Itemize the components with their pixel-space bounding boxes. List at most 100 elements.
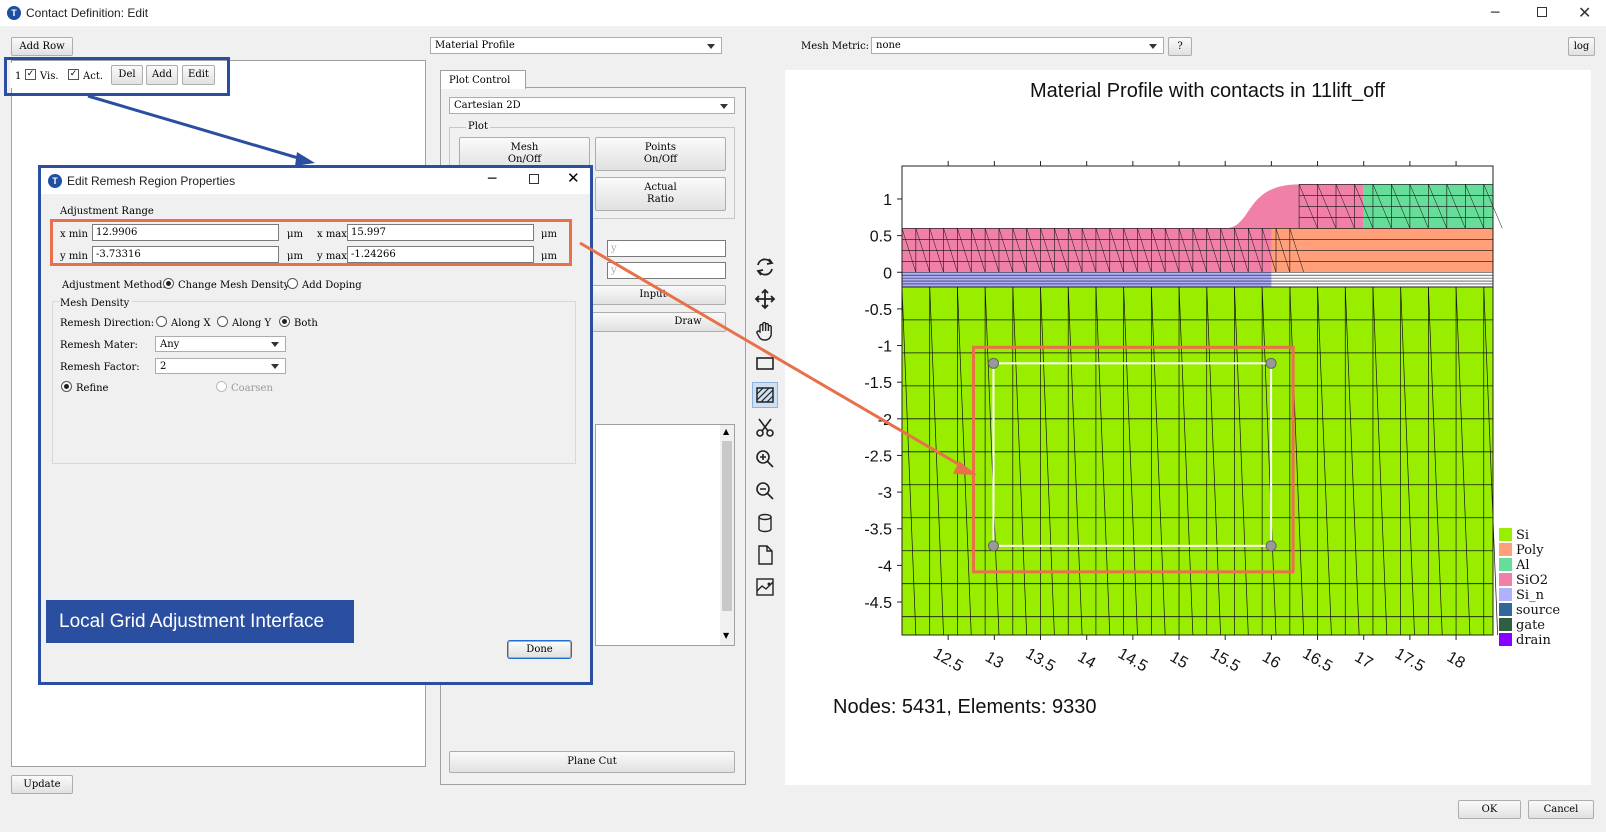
plane-cut-button[interactable]: Plane Cut — [449, 751, 735, 773]
dir-x-radio[interactable] — [156, 316, 167, 327]
legend-swatch-drain — [1499, 633, 1512, 646]
x-tick-label: 15.5 — [1207, 645, 1243, 675]
region-si-n — [902, 272, 1272, 287]
y-tick-label: 1 — [883, 192, 892, 209]
export-image-icon[interactable] — [752, 574, 778, 600]
y-input-1-placeholder: y — [611, 243, 617, 254]
chart-title: Material Profile with contacts in 11lift… — [1030, 80, 1385, 102]
dir-x-label: Along X — [171, 318, 211, 329]
x-tick-label: 17.5 — [1392, 645, 1428, 675]
method-change-radio[interactable] — [163, 278, 174, 289]
legend-swatch-poly — [1499, 543, 1512, 556]
dialog-title-bar: T Edit Remesh Region Properties ─ ✕ — [41, 168, 590, 194]
color-list: ▲ ▼ — [595, 424, 735, 646]
coarsen-label: Coarsen — [231, 383, 273, 394]
profile-select-value: Material Profile — [435, 40, 515, 51]
database-icon[interactable] — [752, 510, 778, 536]
legend-label-drain: drain — [1516, 633, 1551, 648]
scroll-thumb[interactable] — [722, 441, 732, 611]
dialog-close-icon[interactable]: ✕ — [567, 169, 580, 187]
refine-radio[interactable] — [61, 381, 72, 392]
minimize-icon[interactable]: ─ — [1491, 5, 1499, 21]
remesh-mater-label: Remesh Mater: — [60, 340, 138, 351]
y-input-2[interactable]: y — [607, 262, 726, 279]
dir-y-radio[interactable] — [217, 316, 228, 327]
dialog-app-icon: T — [48, 174, 62, 188]
remesh-handle-2 — [987, 540, 999, 552]
done-button[interactable]: Done — [507, 640, 572, 659]
pan-hand-icon[interactable] — [752, 318, 778, 344]
coord-select[interactable]: Cartesian 2D — [449, 97, 735, 114]
dialog-maximize-icon[interactable] — [529, 174, 539, 184]
legend-swatch-si — [1499, 528, 1512, 541]
scissors-icon[interactable] — [752, 414, 778, 440]
legend-label-source: source — [1516, 603, 1560, 618]
profile-select[interactable]: Material Profile — [430, 37, 722, 54]
dir-y-label: Along Y — [232, 318, 272, 329]
scroll-up-icon[interactable]: ▲ — [723, 427, 729, 436]
tab-plot-control[interactable]: Plot Control — [440, 70, 526, 89]
document-icon[interactable] — [752, 542, 778, 568]
remesh-mater-value: Any — [160, 338, 180, 350]
title-bar: T Contact Definition: Edit ─ ✕ — [0, 0, 1606, 26]
y-input-1[interactable]: y — [607, 240, 726, 257]
y-tick-label: -1.5 — [864, 375, 892, 392]
rotate-icon[interactable] — [752, 254, 778, 280]
x-tick-label: 18 — [1444, 649, 1468, 673]
help-button[interactable]: ? — [1168, 37, 1192, 56]
legend-label-al: Al — [1515, 558, 1530, 573]
scroll-down-icon[interactable]: ▼ — [723, 631, 729, 640]
y-tick-label: -1 — [878, 339, 892, 356]
remesh-direction-label: Remesh Direction: — [60, 318, 155, 329]
app-icon: T — [7, 6, 21, 20]
y-tick-label: -3.5 — [864, 522, 892, 539]
y-tick-label: -2 — [878, 412, 892, 429]
coarsen-radio[interactable] — [216, 381, 227, 392]
legend-label-poly: Poly — [1516, 543, 1544, 558]
dir-both-label: Both — [294, 318, 318, 329]
zoom-in-icon[interactable] — [752, 446, 778, 472]
plot-group-label: Plot — [466, 121, 490, 132]
dir-both-radio[interactable] — [279, 316, 290, 327]
actual-ratio-button[interactable]: Actual Ratio — [595, 177, 726, 211]
log-button[interactable]: log — [1568, 37, 1595, 56]
mesh-metric-select[interactable]: none — [871, 37, 1164, 54]
remesh-dialog: T Edit Remesh Region Properties ─ ✕ Adju… — [38, 165, 593, 685]
remesh-mater-select[interactable]: Any — [155, 336, 286, 352]
x-tick-label: 16.5 — [1300, 645, 1336, 675]
add-row-button[interactable]: Add Row — [11, 37, 73, 56]
move-icon[interactable] — [752, 286, 778, 312]
material-profile-chart[interactable]: Material Profile with contacts in 11lift… — [785, 70, 1591, 785]
dialog-title: Edit Remesh Region Properties — [67, 174, 236, 188]
tab-plot-control-label: Plot Control — [449, 75, 511, 86]
method-doping-radio[interactable] — [287, 278, 298, 289]
remesh-handle-1 — [1265, 357, 1277, 369]
adjustment-range-label: Adjustment Range — [60, 206, 154, 217]
update-button[interactable]: Update — [11, 775, 73, 794]
refine-label: Refine — [76, 383, 109, 394]
method-change-label: Change Mesh Density — [178, 280, 290, 291]
rectangle-select-icon[interactable] — [752, 350, 778, 376]
remesh-region-icon[interactable] — [752, 382, 778, 408]
plot-canvas[interactable]: Material Profile with contacts in 11lift… — [785, 70, 1591, 785]
ok-button[interactable]: OK — [1458, 800, 1521, 819]
close-icon[interactable]: ✕ — [1578, 3, 1591, 22]
legend-label-si_n: Si_n — [1516, 588, 1545, 603]
remesh-factor-select[interactable]: 2 — [155, 358, 286, 374]
x-tick-label: 14 — [1074, 649, 1098, 673]
x-tick-label: 12.5 — [930, 645, 966, 675]
draw-button[interactable]: Draw — [580, 312, 726, 332]
dialog-minimize-icon[interactable]: ─ — [488, 171, 496, 187]
zoom-out-icon[interactable] — [752, 478, 778, 504]
cancel-button[interactable]: Cancel — [1528, 800, 1594, 819]
points-toggle-button[interactable]: Points On/Off — [595, 137, 726, 171]
input-button[interactable]: Input — [580, 285, 726, 305]
mesh-metric-value: none — [876, 40, 901, 51]
x-tick-label: 13 — [982, 649, 1006, 673]
scrollbar[interactable]: ▲ ▼ — [720, 425, 734, 645]
y-tick-label: 0.5 — [870, 229, 892, 246]
y-tick-label: -4.5 — [864, 595, 892, 612]
maximize-icon[interactable] — [1537, 7, 1547, 17]
x-tick-label: 13.5 — [1023, 645, 1059, 675]
y-input-2-placeholder: y — [611, 265, 617, 276]
